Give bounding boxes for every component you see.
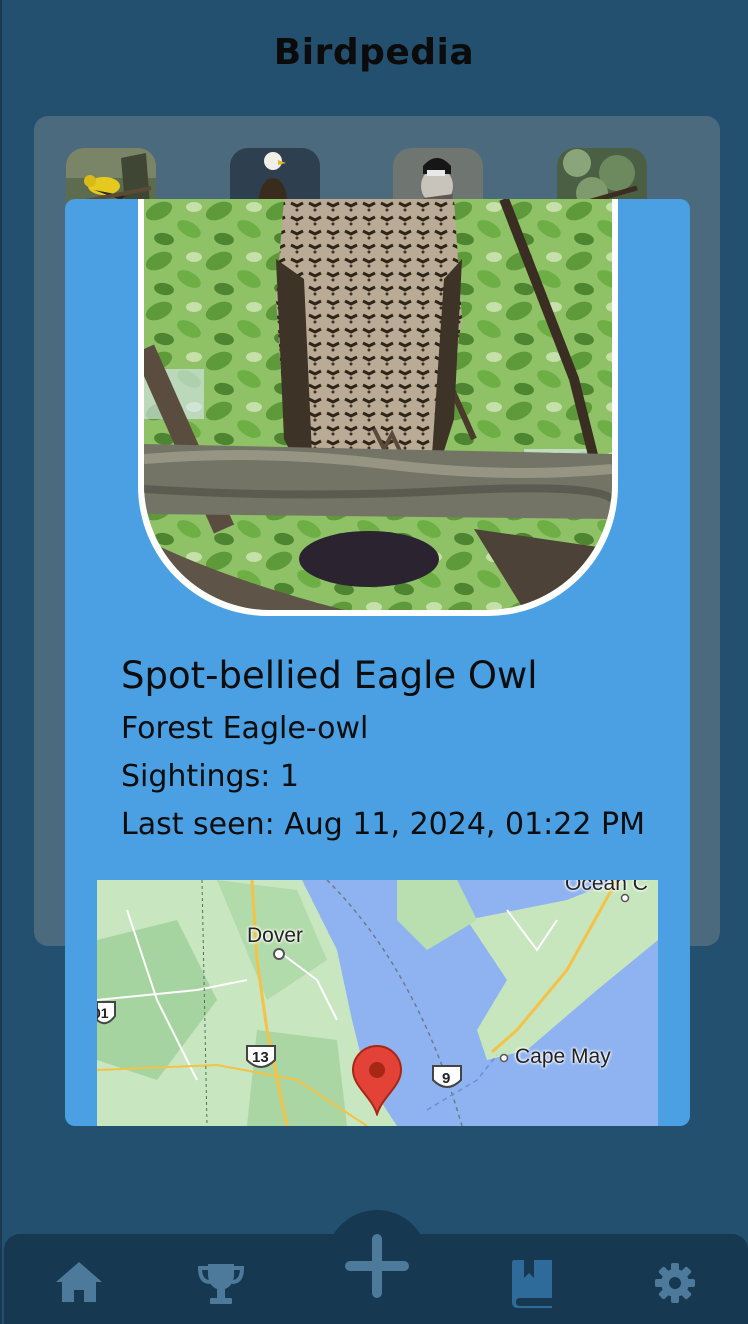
nav-home[interactable] <box>54 1258 104 1308</box>
map-label-ocean: Ocean C <box>565 880 648 895</box>
nav-trophy[interactable] <box>196 1258 246 1308</box>
bird-photo-frame <box>138 199 618 616</box>
map-label-dover: Dover <box>247 924 304 947</box>
sightings-count: Sightings: 1 <box>121 759 299 794</box>
app-title: Birdpedia <box>273 32 475 73</box>
map-pin-icon[interactable] <box>351 1044 403 1116</box>
nav-settings[interactable] <box>650 1258 700 1308</box>
sighting-map[interactable]: Dover Cape May Ocean C 13 9 01 <box>97 880 658 1126</box>
bird-alt-name: Forest Eagle-owl <box>121 711 369 746</box>
home-icon <box>56 1262 102 1302</box>
add-sighting-button[interactable] <box>343 1232 411 1300</box>
gear-icon <box>655 1263 695 1303</box>
bird-photo <box>144 199 612 610</box>
route-13-shield: 13 <box>252 1049 269 1066</box>
bird-detail-card: Spot-bellied Eagle Owl Forest Eagle-owl … <box>65 199 690 1126</box>
route-9-shield: 9 <box>442 1070 451 1087</box>
book-icon <box>512 1260 552 1308</box>
window-edge <box>0 0 2 1324</box>
last-seen: Last seen: Aug 11, 2024, 01:22 PM <box>121 807 645 842</box>
map-label-cape-may: Cape May <box>515 1045 611 1068</box>
nav-birdpedia[interactable] <box>508 1258 558 1308</box>
trophy-icon <box>197 1264 245 1304</box>
route-01-shield: 01 <box>97 1005 109 1021</box>
add-icon <box>345 1234 409 1298</box>
bird-common-name: Spot-bellied Eagle Owl <box>121 654 538 697</box>
